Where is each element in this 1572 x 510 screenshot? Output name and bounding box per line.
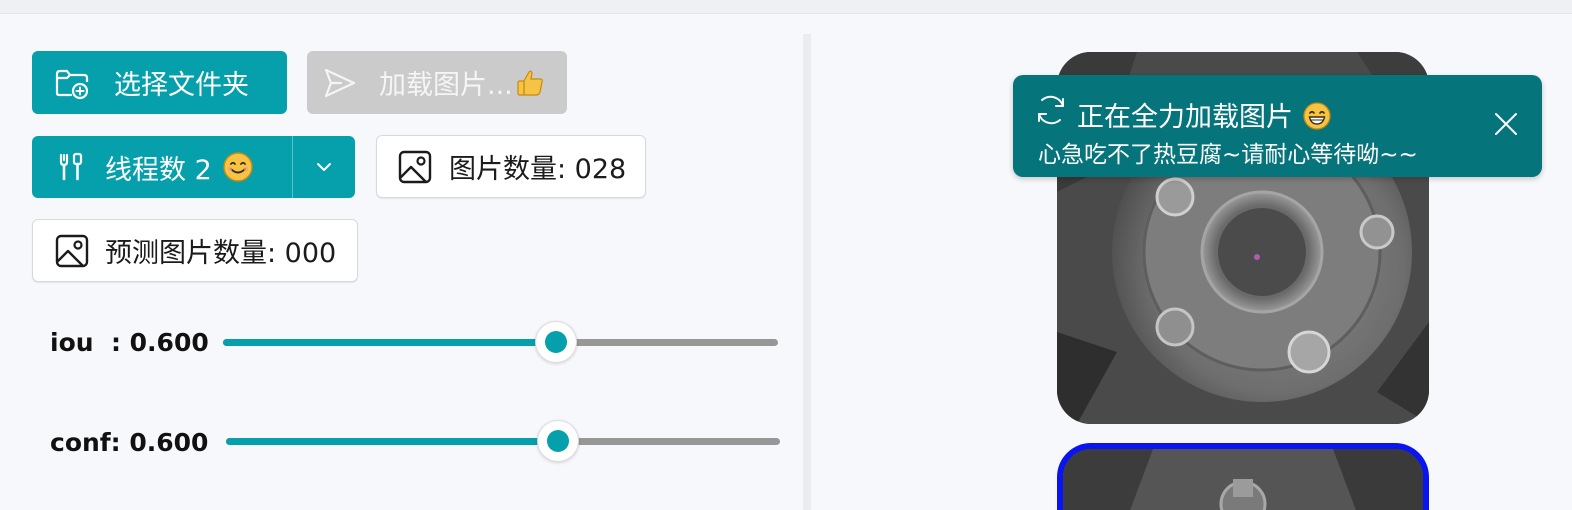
image-icon	[55, 234, 89, 268]
panel-splitter[interactable]	[803, 34, 811, 510]
close-icon	[1494, 112, 1518, 140]
image-icon	[398, 150, 432, 184]
select-folder-button[interactable]: 选择文件夹	[32, 51, 287, 114]
sync-icon	[1033, 92, 1069, 128]
toast-title: 正在全力加载图片	[1077, 95, 1332, 138]
load-images-button[interactable]: 加载图片...	[307, 51, 567, 114]
window-top-bar	[0, 0, 1572, 14]
folder-add-icon	[54, 65, 90, 101]
iou-slider-track[interactable]	[223, 321, 778, 363]
tools-icon	[54, 150, 88, 184]
toast-message: 心急吃不了热豆腐~请耐心等待呦~~	[1038, 142, 1418, 168]
toast-close-button[interactable]	[1491, 111, 1521, 141]
conf-slider-track[interactable]	[226, 420, 780, 462]
toast-title-text: 正在全力加载图片	[1077, 102, 1293, 133]
predicted-count-label: 预测图片数量: 000	[105, 238, 337, 269]
image-count-label: 图片数量: 028	[449, 154, 627, 185]
conf-slider-label: conf: 0.600	[50, 428, 209, 457]
thread-count-dropdown-button[interactable]	[293, 136, 355, 198]
predicted-count-badge: 预测图片数量: 000	[32, 219, 358, 282]
thread-count-label: 线程数 2	[105, 154, 212, 186]
iou-slider-label: iou : 0.600	[50, 328, 209, 357]
image-preview-thumbnail-selected[interactable]	[1057, 443, 1429, 510]
loading-toast: 正在全力加载图片 心急吃不了热豆腐~请耐心等待呦~~	[1013, 75, 1542, 177]
chevron-down-icon	[315, 158, 333, 177]
send-icon	[323, 66, 357, 100]
select-folder-label: 选择文件夹	[114, 70, 249, 101]
smile-emoji	[222, 151, 254, 183]
load-images-label: 加载图片...	[379, 70, 513, 101]
thumbs-up-emoji	[515, 67, 547, 99]
iou-slider-thumb[interactable]	[535, 321, 577, 363]
conf-slider-fill	[226, 438, 559, 445]
image-count-badge: 图片数量: 028	[376, 135, 646, 198]
grin-emoji	[1302, 102, 1332, 138]
wheel-hub-image	[1063, 449, 1423, 510]
iou-slider-fill	[223, 339, 556, 346]
